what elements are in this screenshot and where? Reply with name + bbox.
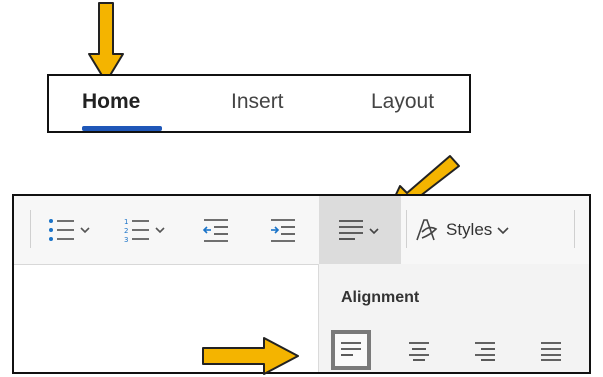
align-left-option[interactable] [331, 330, 371, 370]
align-center-icon [409, 342, 429, 361]
chevron-down-icon [497, 227, 509, 235]
ribbon-tabs: Home Insert Layout [47, 74, 471, 133]
align-right-icon [475, 342, 495, 361]
formatting-toolbar: 1 2 3 Styles Alignment [12, 194, 591, 374]
svg-text:1: 1 [124, 218, 128, 226]
svg-text:2: 2 [124, 227, 128, 235]
svg-text:3: 3 [124, 236, 128, 244]
numbering-button[interactable]: 1 2 3 [124, 210, 172, 250]
justify-option[interactable] [531, 330, 571, 370]
bullets-button[interactable] [48, 210, 96, 250]
numbered-list-icon: 1 2 3 [124, 218, 165, 244]
toolbar-separator [30, 210, 31, 248]
tab-home[interactable]: Home [82, 90, 140, 114]
increase-indent-button[interactable] [269, 210, 299, 250]
styles-brush-icon [416, 219, 438, 241]
tab-insert[interactable]: Insert [231, 90, 284, 114]
justify-icon [541, 342, 561, 361]
decrease-indent-icon [202, 219, 228, 242]
align-center-option[interactable] [399, 330, 439, 370]
toolbar-separator [406, 210, 407, 248]
arrow-down-annotation [88, 2, 124, 83]
alignment-menu-title: Alignment [341, 289, 420, 306]
alignment-button[interactable] [319, 196, 401, 264]
align-left-icon [341, 342, 361, 356]
styles-label: Styles [446, 220, 493, 239]
toolbar-separator [574, 210, 575, 248]
align-left-icon [339, 220, 379, 240]
bullet-list-icon [49, 219, 90, 241]
decrease-indent-button[interactable] [202, 210, 232, 250]
increase-indent-icon [271, 219, 295, 242]
alignment-menu: Alignment [318, 264, 589, 372]
toolbar-divider [14, 264, 318, 265]
arrow-right-annotation [202, 337, 299, 375]
tab-selected-indicator [82, 126, 162, 131]
tab-layout[interactable]: Layout [371, 90, 434, 114]
align-right-option[interactable] [465, 330, 505, 370]
styles-button[interactable]: Styles [414, 210, 510, 250]
